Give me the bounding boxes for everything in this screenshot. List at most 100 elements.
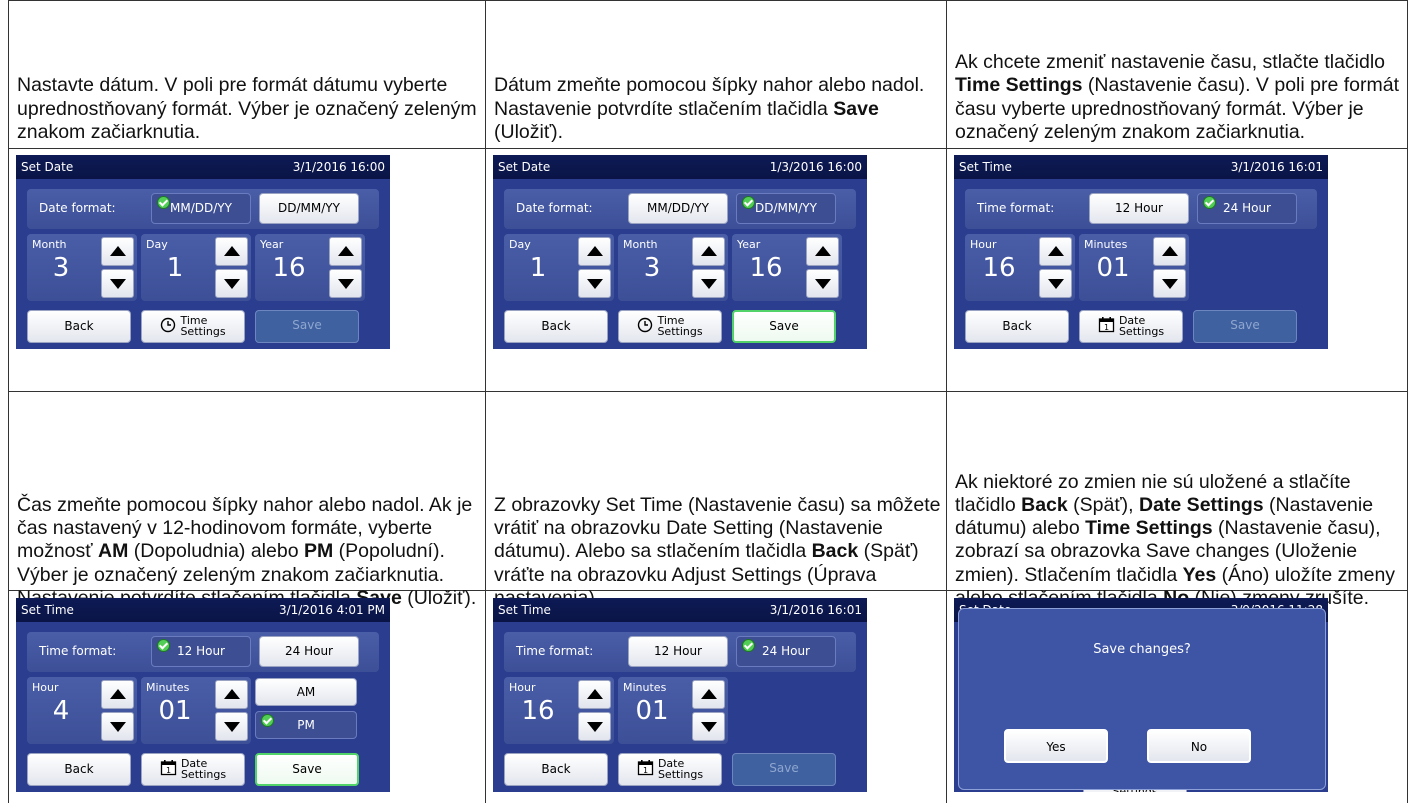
table-row-divider	[8, 148, 1407, 149]
format-option-button[interactable]: MM/DD/YY	[628, 193, 728, 224]
no-button[interactable]: No	[1147, 729, 1251, 763]
back-button[interactable]: Back	[504, 310, 608, 343]
device-screen: Set Time 3/1/2016 4:01 PM Time format: 12 H…	[16, 598, 390, 792]
save-label: Save	[769, 761, 799, 775]
arrow-up-button[interactable]	[215, 237, 248, 266]
arrow-down-button[interactable]	[101, 269, 134, 298]
arrow-down-button[interactable]	[101, 712, 134, 741]
save-button[interactable]: Save	[255, 753, 359, 786]
arrow-up-button[interactable]	[806, 237, 839, 266]
format-option-label: 24 Hour	[285, 644, 333, 658]
arrow-down-button[interactable]	[329, 269, 362, 298]
arrow-down-button[interactable]	[215, 712, 248, 741]
spinner-hour: Hour 16	[504, 677, 614, 744]
arrow-up-button[interactable]	[692, 680, 725, 709]
instruction-text: Z obrazovky Set Time (Nastavenie času) s…	[494, 398, 941, 610]
format-option-button[interactable]: 24 Hour	[259, 636, 359, 667]
back-button[interactable]: Back	[965, 310, 1069, 343]
table-column-divider	[946, 0, 947, 803]
pm-button[interactable]: PM	[255, 711, 357, 739]
svg-text:1: 1	[1104, 323, 1109, 332]
spinner-day: Day 1	[141, 234, 251, 301]
title-bar: Set Time 3/1/2016 16:01	[954, 155, 1328, 179]
save-button[interactable]: Save	[732, 310, 836, 343]
format-panel: Date format: MM/DD/YY DD/MM/YY	[27, 189, 379, 229]
instruction-table: Nastavte dátum. V poli pre formát dátumu…	[0, 0, 1412, 803]
title-bar: Set Time 3/1/2016 16:01	[493, 598, 867, 622]
arrow-up-button[interactable]	[329, 237, 362, 266]
save-label: Save	[1230, 318, 1260, 332]
arrow-up-button[interactable]	[101, 680, 134, 709]
checkmark-icon	[1203, 196, 1216, 209]
back-button[interactable]: Back	[27, 753, 131, 786]
save-button[interactable]: Save	[732, 753, 836, 786]
am-label: AM	[296, 685, 316, 699]
settings-label: Date Settings	[1119, 315, 1164, 337]
save-button[interactable]: Save	[255, 310, 359, 343]
screen-title: Set Time	[498, 603, 551, 617]
format-option-button[interactable]: MM/DD/YY	[151, 193, 251, 224]
arrow-down-button[interactable]	[1153, 269, 1186, 298]
spinner-hour: Hour 16	[965, 234, 1075, 301]
device-screen: Set Time 3/1/2016 16:01 Time format: 12 Hou…	[493, 598, 867, 792]
settings-button[interactable]: 1 Date Settings	[618, 753, 722, 786]
arrow-up-button[interactable]	[1153, 237, 1186, 266]
calendar-icon: 1	[160, 759, 177, 779]
arrow-up-button[interactable]	[578, 237, 611, 266]
table-column-divider	[8, 0, 9, 803]
settings-label: Time Settings	[657, 315, 702, 337]
instruction-paragraph: Nastavte dátum. V poli pre formát dátumu…	[17, 74, 477, 143]
format-panel: Time format: 12 Hour 24 Hour	[504, 632, 856, 672]
spinner-month: Month 3	[27, 234, 137, 301]
calendar-icon: 1	[1098, 316, 1115, 336]
settings-button[interactable]: 1 Date Settings	[1079, 310, 1183, 343]
am-button[interactable]: AM	[255, 678, 357, 706]
instruction-text: Nastavte dátum. V poli pre formát dátumu…	[17, 6, 480, 144]
arrow-up-button[interactable]	[215, 680, 248, 709]
back-button[interactable]: Back	[27, 310, 131, 343]
spinner-value: 3	[52, 253, 70, 283]
settings-label-line2: Settings	[180, 768, 227, 781]
spinner-value: 16	[982, 253, 1016, 283]
arrow-down-button[interactable]	[692, 712, 725, 741]
format-option-button[interactable]: DD/MM/YY	[736, 193, 836, 224]
format-option-button[interactable]: 12 Hour	[151, 636, 251, 667]
save-button[interactable]: Save	[1193, 310, 1297, 343]
arrow-down-button[interactable]	[215, 269, 248, 298]
format-option-label: 12 Hour	[177, 644, 225, 658]
format-option-button[interactable]: 12 Hour	[1089, 193, 1189, 224]
arrow-up-button[interactable]	[1039, 237, 1072, 266]
settings-label-line2: Settings	[1118, 325, 1165, 338]
spinner-label: Year	[737, 238, 761, 251]
format-option-label: 24 Hour	[762, 644, 810, 658]
spinner-label: Hour	[509, 681, 536, 694]
arrow-down-button[interactable]	[578, 712, 611, 741]
device-screen: Set Date 3/1/2016 16:00 Date format: MM/DD/…	[16, 155, 390, 349]
spinner-value: 01	[635, 696, 669, 726]
save-changes-dialog: Save changes? Yes No	[958, 608, 1326, 790]
format-option-button[interactable]: 12 Hour	[628, 636, 728, 667]
settings-label: Time Settings	[180, 315, 225, 337]
format-option-button[interactable]: 24 Hour	[1197, 193, 1297, 224]
arrow-up-button[interactable]	[578, 680, 611, 709]
format-option-button[interactable]: 24 Hour	[736, 636, 836, 667]
yes-button[interactable]: Yes	[1004, 729, 1108, 763]
spinner-year: Year 16	[732, 234, 842, 301]
spinner-hour: Hour 4	[27, 677, 137, 744]
arrow-down-button[interactable]	[578, 269, 611, 298]
format-panel: Date format: MM/DD/YY DD/MM/YY	[504, 189, 856, 229]
arrow-down-button[interactable]	[1039, 269, 1072, 298]
arrow-up-button[interactable]	[101, 237, 134, 266]
spinner-value: 16	[521, 696, 555, 726]
arrow-down-button[interactable]	[806, 269, 839, 298]
arrow-down-button[interactable]	[692, 269, 725, 298]
settings-button[interactable]: Time Settings	[618, 310, 722, 343]
datetime-display: 1/3/2016 16:00	[769, 160, 862, 174]
back-button[interactable]: Back	[504, 753, 608, 786]
table-column-divider	[485, 0, 486, 803]
settings-button[interactable]: 1 Date Settings	[141, 753, 245, 786]
arrow-up-button[interactable]	[692, 237, 725, 266]
settings-button[interactable]: Time Settings	[141, 310, 245, 343]
dialog-message: Save changes?	[1093, 642, 1191, 657]
format-option-button[interactable]: DD/MM/YY	[259, 193, 359, 224]
